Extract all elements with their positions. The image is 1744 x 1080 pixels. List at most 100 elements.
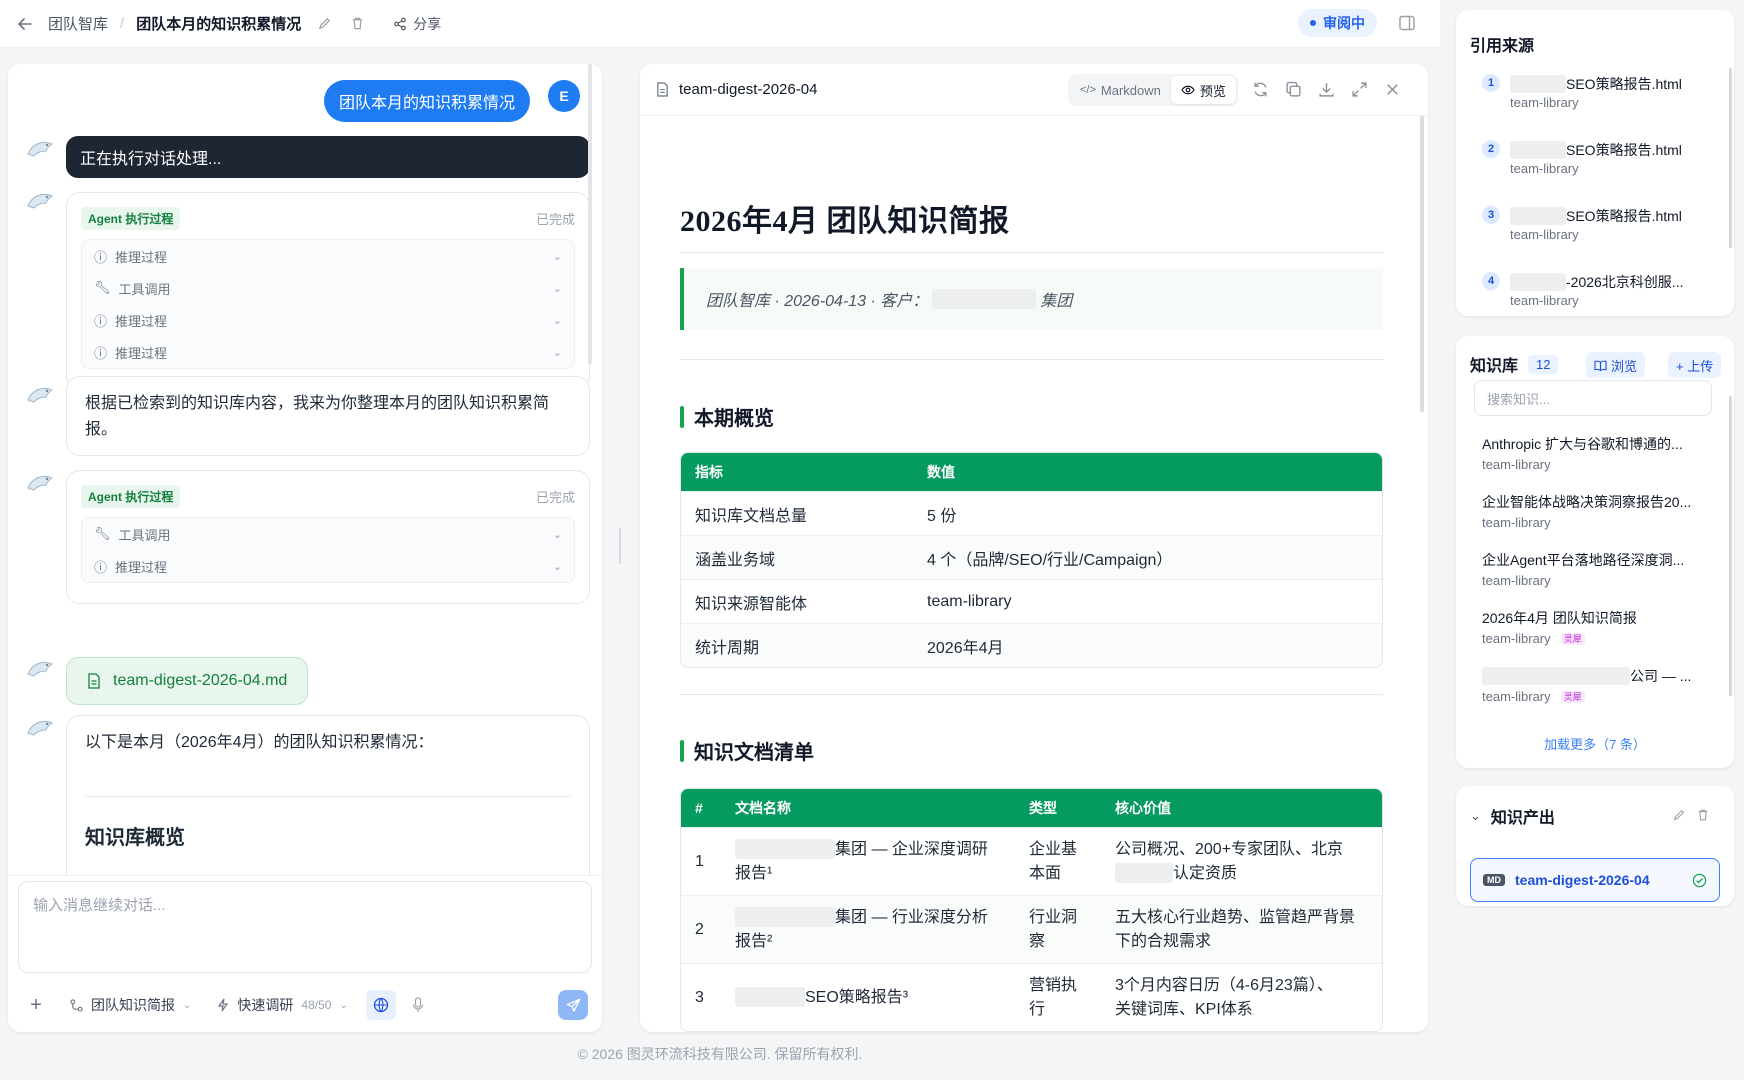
chevron-down-icon[interactable]: ⌄ (339, 1000, 347, 1011)
copy-icon[interactable] (1285, 81, 1302, 98)
load-more-link[interactable]: 加载更多（7 条） (1456, 734, 1734, 753)
document-scrollbar[interactable] (1420, 116, 1424, 412)
table-cell: 知识来源智能体 (681, 579, 913, 623)
step-label: 工具调用 (118, 281, 171, 297)
divider (85, 796, 571, 797)
knowledge-item[interactable]: Anthropic 扩大与谷歌和博通的... team-library (1482, 434, 1712, 472)
markdown-tab-label: Markdown (1100, 82, 1161, 98)
view-mode-toggle: </> Markdown 预览 (1068, 74, 1238, 106)
edit-icon[interactable] (317, 16, 332, 31)
bot-avatar-icon (24, 656, 56, 684)
knowledge-item[interactable]: 企业智能体战略决策洞察报告20... team-library (1482, 492, 1712, 530)
done-label: 已完成 (535, 212, 575, 227)
overview-table: 指标 数值 知识库文档总量 5 份 涵盖业务域 4 个（品牌/SEO/行业/Camp… (680, 452, 1383, 668)
redacted-block (1510, 273, 1566, 291)
globe-icon[interactable] (365, 990, 396, 1020)
top-bar: 团队智库 / 团队本月的知识积累情况 分享 审阅中 (0, 0, 1440, 48)
send-button[interactable] (558, 990, 588, 1020)
right-sidebar: 引用来源 1 SEO策略报告.html team-library 2 SEO策略… (1442, 0, 1744, 912)
lingxi-tag: 灵犀 (1560, 690, 1585, 703)
table-header-cell: # (681, 789, 721, 827)
knowledge-item-name: 公司 — ... (1630, 668, 1692, 684)
plus-icon[interactable]: + (28, 994, 44, 1017)
close-icon[interactable] (1384, 81, 1401, 98)
panel-toggle-icon[interactable] (1398, 14, 1416, 32)
refresh-icon[interactable] (1252, 81, 1269, 98)
edit-icon[interactable] (1672, 808, 1686, 822)
knowledge-output-card: ⌄ 知识产出 MD team-digest-2026-04 (1456, 786, 1734, 906)
knowledge-item-name: 2026年4月 团队知识简报 (1482, 610, 1637, 626)
browse-button[interactable]: 浏览 (1586, 352, 1646, 378)
knowledge-search-input[interactable]: 搜索知识... (1474, 380, 1712, 416)
download-icon[interactable] (1318, 81, 1335, 98)
table-cell: 营销执行 (1015, 963, 1101, 1031)
breadcrumb-root[interactable]: 团队智库 (48, 13, 108, 34)
share-button[interactable]: 分享 (393, 14, 441, 34)
user-message: 团队本月的知识积累情况 (324, 80, 531, 122)
step-reasoning[interactable]: ⓘ 推理过程 ⌄ (82, 336, 574, 368)
info-icon: ⓘ (94, 249, 108, 265)
reply-heading: 知识库概览 (85, 827, 185, 849)
knowledge-output-header[interactable]: ⌄ 知识产出 (1470, 804, 1555, 828)
upload-button[interactable]: + 上传 (1668, 352, 1722, 378)
back-arrow-icon[interactable] (16, 15, 34, 33)
redacted-block (735, 839, 835, 860)
citation-scrollbar[interactable] (1729, 68, 1732, 248)
knowledge-item-name: 企业Agent平台落地路径深度洞... (1482, 552, 1685, 568)
citation-sources-title: 引用来源 (1470, 38, 1535, 55)
redacted-block (1510, 141, 1566, 159)
step-reasoning[interactable]: ⓘ 推理过程 ⌄ (82, 240, 574, 272)
document-title: 2026年4月 团队知识简报 (680, 205, 1010, 238)
section-heading: 知识文档清单 (680, 736, 814, 765)
citation-name: SEO策略报告.html (1566, 208, 1682, 224)
citation-source: team-library (1510, 293, 1579, 308)
step-label: 推理过程 (115, 313, 168, 329)
knowledge-item[interactable]: 企业Agent平台落地路径深度洞... team-library (1482, 550, 1712, 588)
table-row: 1 集团 — 企业深度调研 报告¹ 企业基 本面 公司概况、200+专家团队、北京认… (681, 827, 1382, 895)
step-reasoning[interactable]: ⓘ 推理过程 ⌄ (82, 304, 574, 336)
user-avatar[interactable]: E (548, 80, 580, 112)
expand-icon[interactable] (1351, 81, 1368, 98)
citation-number: 3 (1482, 206, 1500, 224)
knowledge-output-item[interactable]: MD team-digest-2026-04 (1470, 858, 1720, 902)
chevron-down-icon[interactable]: ⌄ (183, 1000, 191, 1011)
knowledge-item-source: team-library (1482, 457, 1551, 472)
message-input[interactable]: 输入消息继续对话... (18, 881, 592, 973)
step-tool-call[interactable]: 🔧︎ 工具调用 ⌄ (82, 272, 574, 304)
citation-name-row: SEO策略报告.html (1510, 74, 1682, 94)
knowledge-item[interactable]: 2026年4月 团队知识简报 team-library 灵犀 (1482, 608, 1712, 646)
microphone-icon[interactable] (412, 997, 424, 1013)
divider (680, 359, 1383, 360)
table-cell: 涵盖业务域 (681, 535, 913, 579)
info-icon: ⓘ (94, 313, 108, 329)
preview-tab[interactable]: 预览 (1170, 76, 1236, 104)
chat-scrollbar[interactable] (588, 64, 592, 364)
processing-message: 正在执行对话处理... (66, 136, 590, 178)
document-filename: team-digest-2026-04 (679, 81, 818, 98)
file-attachment-chip[interactable]: team-digest-2026-04.md (66, 657, 309, 705)
citation-source: team-library (1510, 227, 1579, 242)
step-label: 推理过程 (115, 249, 168, 265)
knowledge-scrollbar[interactable] (1729, 396, 1732, 696)
knowledge-item[interactable]: 公司 — ... team-library 灵犀 (1482, 666, 1712, 704)
value-line-2: 关键词库、KPI体系 (1115, 1000, 1253, 1018)
resize-handle[interactable] (619, 528, 621, 564)
chevron-down-icon: ⌄ (552, 314, 562, 327)
agent-process-tag: Agent 执行过程 (81, 207, 181, 230)
table-cell: 五大核心行业趋势、监管趋严背景 下的合规需求 (1101, 895, 1382, 963)
status-badge: 审阅中 (1298, 9, 1377, 37)
markdown-tab[interactable]: </> Markdown (1070, 76, 1171, 104)
agent-process-card: Agent 执行过程 已完成 ⓘ 推理过程 ⌄ 🔧︎ 工具调用 ⌄ ⓘ 推理过程 ⌄ ⓘ 推理… (66, 192, 590, 390)
step-tool-call[interactable]: 🔧︎ 工具调用 ⌄ (82, 518, 574, 550)
section-heading-text: 本期概览 (694, 408, 774, 430)
trash-icon[interactable] (1696, 808, 1710, 822)
step-reasoning[interactable]: ⓘ 推理过程 ⌄ (82, 550, 574, 582)
table-cell: team-library (913, 579, 1382, 623)
research-selector[interactable]: 快速调研 (237, 995, 293, 1015)
mode-selector[interactable]: 团队知识简报 (91, 995, 175, 1015)
trash-icon[interactable] (350, 16, 365, 31)
agent-steps: ⓘ 推理过程 ⌄ 🔧︎ 工具调用 ⌄ ⓘ 推理过程 ⌄ ⓘ 推理过程 ⌄ (81, 239, 575, 369)
table-header-cell: 数值 (913, 453, 1382, 491)
table-row: 2 集团 — 行业深度分析 报告² 行业洞察 五大核心行业趋势、监管趋严背景 下的合… (681, 895, 1382, 963)
value-line-1: 3个月内容日历（4-6月23篇）、 (1115, 976, 1333, 994)
